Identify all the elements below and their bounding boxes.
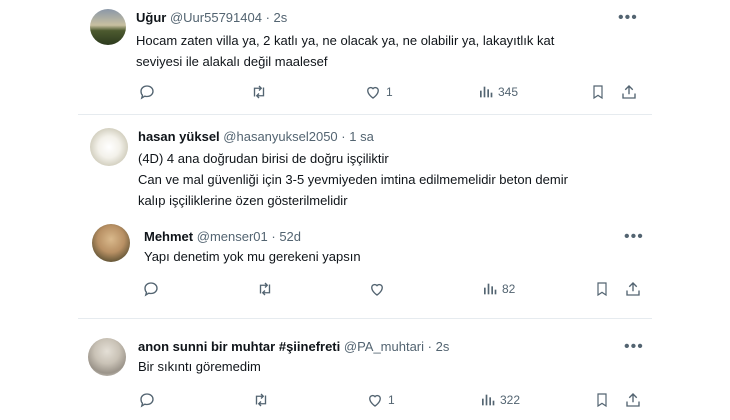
- tweet-text: (4D) 4 ana doğrudan birisi de doğru işçi…: [138, 148, 648, 211]
- tweet-time[interactable]: · 2s: [428, 339, 450, 354]
- more-dots-icon[interactable]: •••: [624, 339, 644, 355]
- tweet-text-line: seviyesi ile alakalı değil maalesef: [136, 54, 328, 69]
- retweet-icon: [253, 85, 265, 99]
- more-dots-icon[interactable]: •••: [618, 10, 638, 26]
- bookmark-icon: [593, 85, 603, 100]
- heart-icon: [371, 283, 383, 296]
- tweet-text: Bir sıkıntı göremedim: [138, 356, 628, 377]
- tweet-header: Uğur @Uur55791404 · 2s: [136, 10, 287, 25]
- views-bar-chart-icon: [480, 86, 493, 98]
- share-button[interactable]: [624, 280, 642, 298]
- bookmark-button[interactable]: [594, 280, 610, 298]
- author-name[interactable]: hasan yüksel: [138, 129, 220, 144]
- views-bar-chart-icon: [482, 394, 495, 406]
- like-button[interactable]: 1: [364, 83, 393, 101]
- retweet-button[interactable]: [252, 391, 270, 409]
- tweet-text-line: Yapı denetim yok mu gerekeni yapsın: [144, 249, 361, 264]
- author-name[interactable]: Mehmet: [144, 229, 193, 244]
- heart-icon: [367, 86, 379, 99]
- tweet-text-line: Hocam zaten villa ya, 2 katlı ya, ne ola…: [136, 33, 555, 48]
- reply-icon: [140, 393, 154, 408]
- tweet-header: hasan yüksel @hasanyuksel2050 · 1 sa: [138, 129, 374, 144]
- tweet-text-line: (4D) 4 ana doğrudan birisi de doğru işçi…: [138, 151, 389, 166]
- reply-header: Mehmet @menser01 · 52d: [144, 229, 301, 244]
- reply-button[interactable]: [142, 280, 160, 298]
- tweet-card[interactable]: Uğur @Uur55791404 · 2s ••• Hocam zaten v…: [78, 0, 652, 110]
- bookmark-icon: [597, 393, 607, 408]
- tweet-text-line: kalıp işçiliklerine özen gösterilmelidir: [138, 193, 348, 208]
- author-handle[interactable]: @menser01: [197, 229, 268, 244]
- author-handle[interactable]: @PA_muhtari: [344, 339, 424, 354]
- views-button[interactable]: 322: [480, 391, 520, 409]
- author-handle[interactable]: @hasanyuksel2050: [223, 129, 337, 144]
- tweet-text-line: Can ve mal güvenliği için 3-5 yevmiyeden…: [138, 172, 568, 187]
- tweet-text: Yapı denetim yok mu gerekeni yapsın: [144, 246, 634, 267]
- tweet-card[interactable]: anon sunni bir muhtar #şiinefreti @PA_mu…: [78, 324, 652, 420]
- retweet-icon: [255, 393, 267, 407]
- retweet-button[interactable]: [250, 83, 268, 101]
- share-icon: [626, 393, 640, 407]
- avatar[interactable]: [92, 224, 130, 262]
- bookmark-icon: [597, 282, 607, 297]
- views-bar-chart-icon: [484, 283, 497, 295]
- share-button[interactable]: [624, 391, 642, 409]
- like-button[interactable]: 1: [366, 391, 395, 409]
- tweet-time[interactable]: · 2s: [266, 10, 288, 25]
- avatar[interactable]: [88, 338, 126, 376]
- like-button[interactable]: [368, 280, 390, 298]
- view-count: 82: [502, 282, 516, 296]
- tweet-header: anon sunni bir muhtar #şiinefreti @PA_mu…: [138, 339, 449, 354]
- share-button[interactable]: [620, 83, 638, 101]
- view-count: 345: [498, 85, 519, 99]
- share-icon: [626, 282, 640, 296]
- more-dots-icon[interactable]: •••: [624, 229, 644, 245]
- heart-icon: [369, 394, 381, 407]
- author-handle[interactable]: @Uur55791404: [170, 10, 262, 25]
- bookmark-button[interactable]: [590, 83, 606, 101]
- reply-icon: [140, 85, 154, 100]
- reply-button[interactable]: [138, 391, 156, 409]
- views-button[interactable]: 82: [482, 280, 515, 298]
- author-name[interactable]: anon sunni bir muhtar #şiinefreti: [138, 339, 340, 354]
- tweet-time[interactable]: · 1 sa: [341, 129, 374, 144]
- retweet-button[interactable]: [256, 280, 274, 298]
- tweet-time[interactable]: · 52d: [271, 229, 301, 244]
- like-count: 1: [386, 85, 393, 99]
- tweet-text: Hocam zaten villa ya, 2 katlı ya, ne ola…: [136, 30, 646, 72]
- bookmark-button[interactable]: [594, 391, 610, 409]
- retweet-icon: [259, 282, 271, 296]
- divider: [78, 114, 652, 115]
- like-count: 1: [388, 393, 395, 407]
- tweet-card[interactable]: hasan yüksel @hasanyuksel2050 · 1 sa (4D…: [78, 118, 652, 308]
- tweet-text-line: Bir sıkıntı göremedim: [138, 359, 261, 374]
- view-count: 322: [500, 393, 521, 407]
- views-button[interactable]: 345: [478, 83, 518, 101]
- divider: [78, 318, 652, 319]
- reply-button[interactable]: [138, 83, 156, 101]
- reply-icon: [144, 282, 158, 297]
- author-name[interactable]: Uğur: [136, 10, 166, 25]
- avatar[interactable]: [90, 9, 126, 45]
- share-icon: [622, 85, 636, 99]
- avatar[interactable]: [90, 128, 128, 166]
